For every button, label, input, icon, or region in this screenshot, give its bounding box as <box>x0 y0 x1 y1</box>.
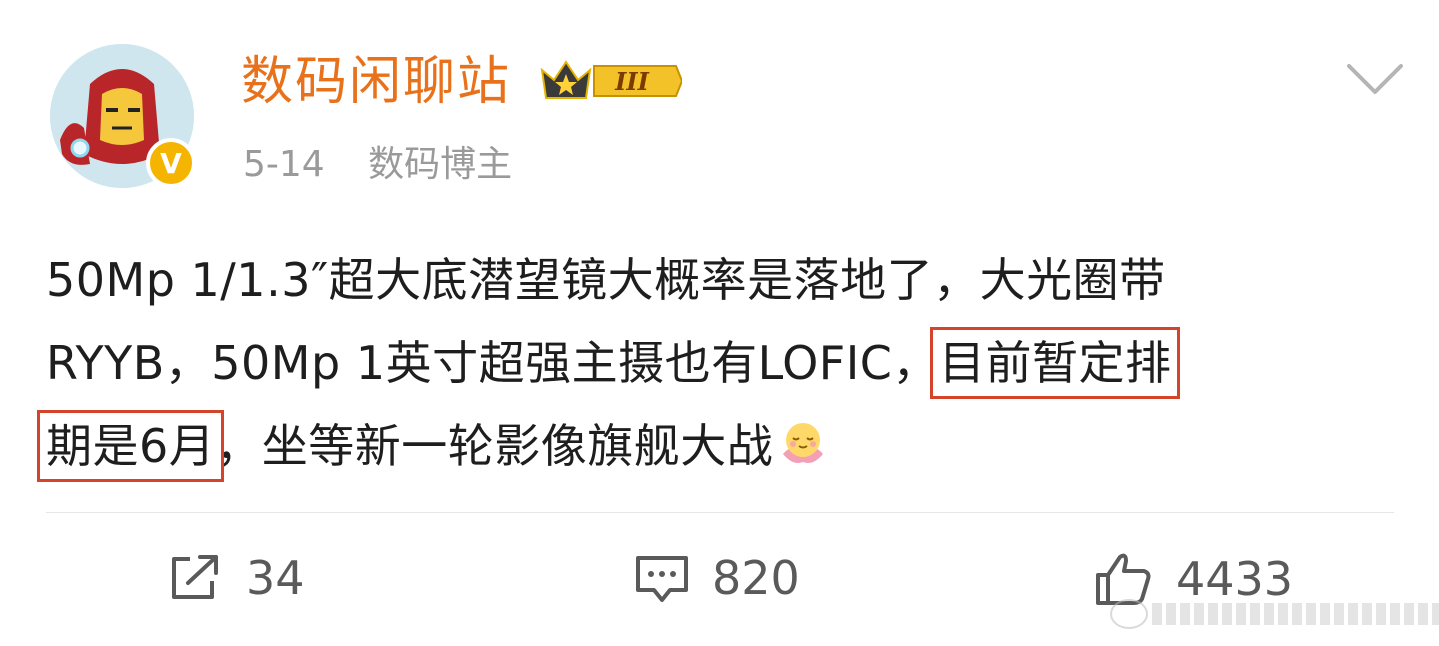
crown-rank-icon: III <box>540 60 684 99</box>
repost-count: 34 <box>246 551 305 605</box>
comment-count: 820 <box>712 551 800 605</box>
rank-badge: III <box>536 56 684 110</box>
post-date: 5-14 <box>243 144 325 185</box>
post-text-line3: ，坐等新一轮影像旗舰大战 <box>215 419 774 473</box>
watermark-logo-icon <box>1110 599 1148 629</box>
post-meta: 5-14 数码博主 <box>243 140 512 190</box>
lotus-smile-emoji-icon <box>777 411 829 494</box>
post-text-line2: RYYB，50Mp 1英寸超强主摄也有LOFIC， <box>46 336 939 390</box>
comment-icon <box>636 556 688 602</box>
watermark-text-graphic <box>1152 603 1439 625</box>
post-text-line1: 50Mp 1/1.3″超大底潜望镜大概率是落地了，大光圈带 <box>46 253 1166 307</box>
highlighted-text-1: 目前暂定排 <box>929 327 1181 399</box>
comment-button[interactable]: 820 <box>634 551 800 605</box>
repost-button[interactable]: 34 <box>168 551 305 605</box>
post-text: 50Mp 1/1.3″超大底潜望镜大概率是落地了，大光圈带 RYYB，50Mp … <box>36 239 1406 494</box>
highlighted-text-2: 期是6月 <box>36 410 225 482</box>
divider <box>46 512 1394 513</box>
verified-badge: V <box>146 138 196 188</box>
watermark <box>1110 594 1439 634</box>
rank-badge-label: III <box>614 67 649 96</box>
repost-icon <box>172 555 218 599</box>
username[interactable]: 数码闲聊站 <box>241 50 511 114</box>
author-title: 数码博主 <box>368 144 513 185</box>
verified-badge-letter: V <box>160 146 182 180</box>
chevron-down-icon[interactable] <box>1345 62 1405 100</box>
